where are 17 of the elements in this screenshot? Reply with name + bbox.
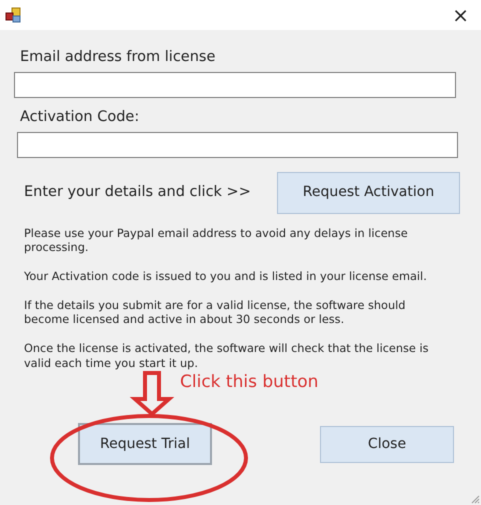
resize-grip-icon bbox=[470, 494, 480, 504]
dialog-button[interactable]: Request Trial bbox=[78, 423, 212, 466]
field-label: Email address from license bbox=[20, 48, 216, 67]
prompt-text: Enter your details and click >> bbox=[24, 182, 252, 202]
note-text: If the details you submit are for a valid license, the software should become licensed and active in about 30 seconds or less. bbox=[24, 298, 406, 328]
app-icon bbox=[5, 7, 21, 23]
field-label: Activation Code: bbox=[20, 108, 140, 127]
request-activation-button[interactable]: Request Activation bbox=[277, 172, 460, 214]
note-text: Your Activation code is issued to you and is listed in your license email. bbox=[24, 270, 428, 285]
note-text: Once the license is activated, the software will check that the license is valid each time you start it up. bbox=[24, 342, 430, 372]
close-button[interactable]: × bbox=[448, 5, 473, 25]
down-arrow-annotation bbox=[130, 371, 174, 417]
text-field[interactable] bbox=[14, 72, 456, 98]
annotation-text: Click this button bbox=[180, 371, 318, 394]
dialog-button[interactable]: Close bbox=[320, 426, 454, 464]
note-text: Please use your Paypal email address to avoid any delays in license processing. bbox=[24, 226, 409, 256]
text-field[interactable] bbox=[17, 132, 458, 158]
